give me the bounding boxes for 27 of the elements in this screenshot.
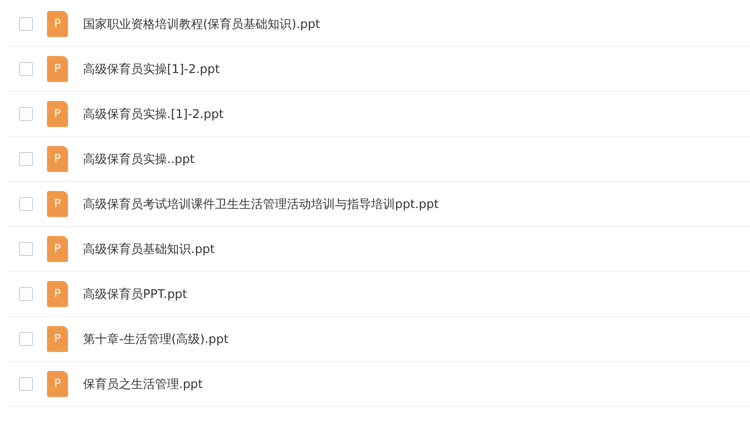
file-name[interactable]: 高级保育员PPT.ppt — [83, 285, 188, 303]
ppt-file-icon: P — [47, 146, 68, 172]
ppt-file-icon: P — [47, 191, 68, 217]
checkbox[interactable] — [19, 332, 33, 346]
ppt-file-icon: P — [47, 371, 68, 397]
checkbox[interactable] — [19, 377, 33, 391]
checkbox[interactable] — [19, 242, 33, 256]
file-name[interactable]: 高级保育员实操.[1]-2.ppt — [83, 105, 224, 123]
checkbox[interactable] — [19, 17, 33, 31]
ppt-file-icon: P — [47, 101, 68, 127]
ppt-file-icon: P — [47, 56, 68, 82]
file-name[interactable]: 高级保育员基础知识.ppt — [83, 240, 215, 258]
file-name[interactable]: 第十章-生活管理(高级).ppt — [83, 330, 228, 348]
file-name[interactable]: 高级保育员考试培训课件卫生生活管理活动培训与指导培训ppt.ppt — [83, 195, 439, 213]
checkbox[interactable] — [19, 107, 33, 121]
checkbox[interactable] — [19, 152, 33, 166]
ppt-file-icon: P — [47, 11, 68, 37]
file-name[interactable]: 高级保育员实操[1]-2.ppt — [83, 60, 220, 78]
checkbox[interactable] — [19, 197, 33, 211]
ppt-file-icon: P — [47, 326, 68, 352]
file-name[interactable]: 高级保育员实操..ppt — [83, 150, 195, 168]
ppt-file-icon: P — [47, 236, 68, 262]
file-name[interactable]: 保育员之生活管理.ppt — [83, 375, 203, 393]
checkbox[interactable] — [19, 62, 33, 76]
ppt-file-icon: P — [47, 281, 68, 307]
file-name[interactable]: 国家职业资格培训教程(保育员基础知识).ppt — [83, 15, 320, 33]
checkbox[interactable] — [19, 287, 33, 301]
